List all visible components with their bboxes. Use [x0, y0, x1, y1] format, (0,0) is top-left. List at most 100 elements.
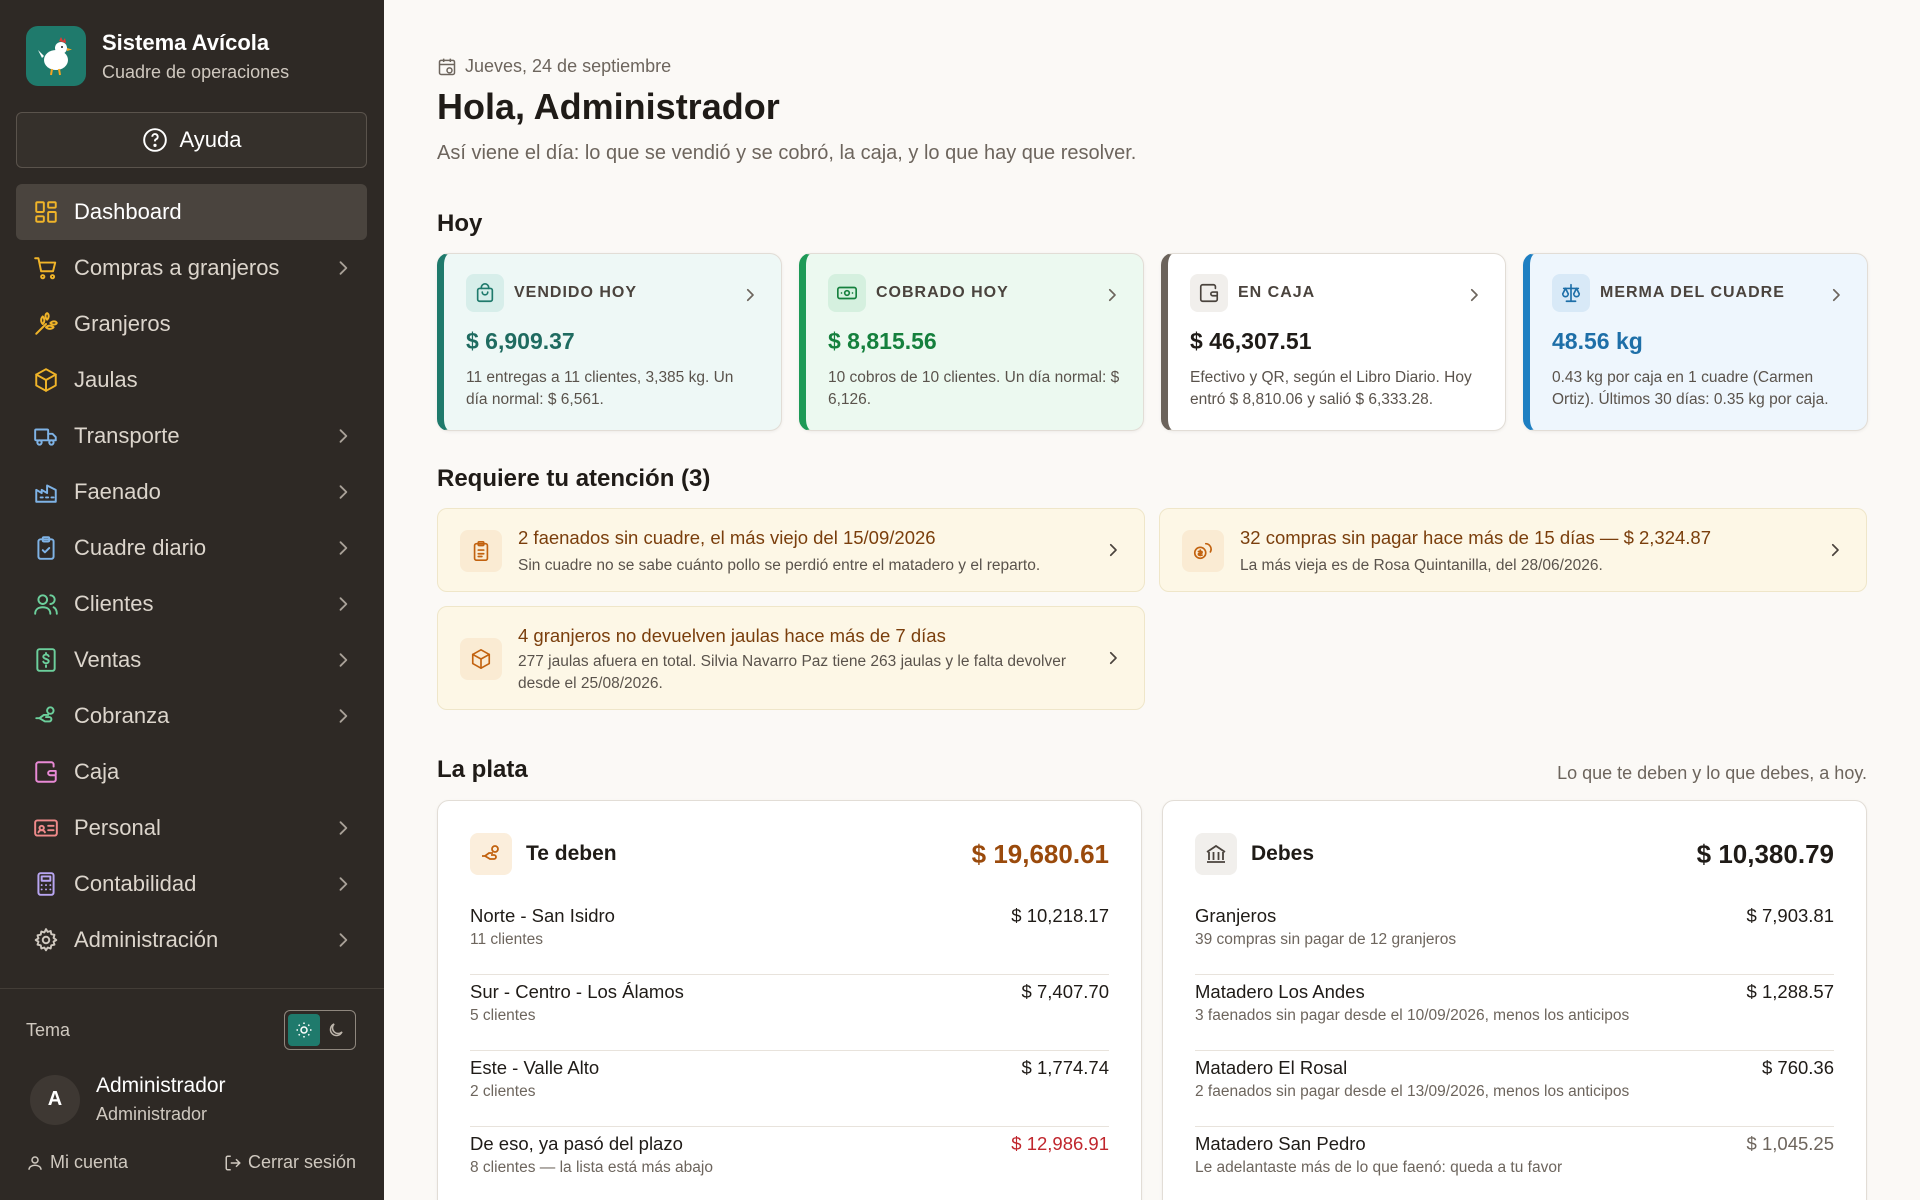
- chevron-right-icon: [333, 426, 353, 452]
- clipboard-icon: [460, 530, 502, 572]
- owed-total: $ 19,680.61: [971, 838, 1109, 869]
- kpi-card-merma-del-cuadre[interactable]: MERMA DEL CUADRE 48.56 kg 0.43 kg por caja…: [1523, 253, 1868, 431]
- logout-icon: [225, 1155, 241, 1170]
- chevron-right-icon: [333, 874, 353, 900]
- help-button[interactable]: Ayuda: [16, 112, 367, 168]
- money-row-amount: $ 7,903.81: [1746, 905, 1834, 926]
- chevron-right-icon: [333, 538, 353, 564]
- brand: Sistema Avícola Cuadre de operaciones: [26, 26, 289, 86]
- money-row-name: Matadero El Rosal: [1195, 1057, 1348, 1078]
- chicken-logo-icon: [26, 26, 86, 86]
- dark-theme-button[interactable]: [320, 1014, 352, 1046]
- money-row[interactable]: Matadero Los Andes 3 faenados sin pagar d…: [1195, 975, 1834, 1051]
- money-row[interactable]: De eso, ya pasó del plazo 8 clientes — la…: [470, 1127, 1109, 1200]
- debts-total: $ 10,380.79: [1696, 838, 1834, 869]
- money-row-detail: 3 faenados sin pagar desde el 10/09/2026…: [1195, 1007, 1630, 1024]
- money-row[interactable]: Este - Valle Alto 2 clientes $ 1,774.74: [470, 1051, 1109, 1127]
- chevron-right-icon: [333, 258, 353, 284]
- sidebar-item-label: Clientes: [74, 591, 154, 616]
- shopping-bag-icon: [466, 274, 504, 312]
- clipboard-check-icon: [32, 534, 60, 562]
- money-row[interactable]: Matadero San Pedro Le adelantaste más de …: [1195, 1127, 1834, 1200]
- money-row[interactable]: Sur - Centro - Los Álamos 5 clientes $ 7,4…: [470, 975, 1109, 1051]
- sidebar-item-label: Cuadre diario: [74, 535, 207, 560]
- debts-title: Debes: [1251, 842, 1315, 865]
- money-row-detail: 11 clientes: [470, 931, 543, 948]
- sidebar: Sistema Avícola Cuadre de operaciones Ay…: [0, 0, 384, 1200]
- hand-coins-icon: [32, 702, 60, 730]
- sidebar-item-caja[interactable]: Caja: [16, 744, 367, 800]
- sidebar-item-label: Jaulas: [74, 367, 138, 392]
- money-row[interactable]: Granjeros 39 compras sin pagar de 12 gran…: [1195, 899, 1834, 975]
- user-block: A Administrador Administrador: [30, 1074, 226, 1125]
- kpi-description: 0.43 kg por caja en 1 cuadre (Carmen Ort…: [1552, 369, 1829, 408]
- kpi-value: $ 8,815.56: [828, 328, 937, 354]
- sidebar-item-label: Compras a granjeros: [74, 255, 280, 280]
- box-icon: [460, 638, 502, 680]
- sidebar-item-jaulas[interactable]: Jaulas: [16, 352, 367, 408]
- factory-icon: [32, 478, 60, 506]
- attention-item[interactable]: 4 granjeros no devuelven jaulas hace más…: [437, 606, 1145, 710]
- cart-icon: [32, 254, 60, 282]
- money-row-name: Norte - San Isidro: [470, 905, 615, 926]
- wheat-icon: [32, 310, 60, 338]
- money-row-amount: $ 10,218.17: [1011, 905, 1109, 926]
- sidebar-item-transporte[interactable]: Transporte: [16, 408, 367, 464]
- user-role: Administrador: [96, 1104, 208, 1124]
- attention-title: 32 compras sin pagar hace más de 15 días…: [1240, 527, 1712, 548]
- logout-label: Cerrar sesión: [247, 1152, 356, 1172]
- owed-card: Te deben $ 19,680.61 Norte - San Isidro 1…: [437, 800, 1142, 1200]
- money-row-detail: 2 faenados sin pagar desde el 13/09/2026…: [1195, 1083, 1630, 1100]
- wallet-icon: [32, 758, 60, 786]
- gear-icon: [32, 926, 60, 954]
- sidebar-item-label: Granjeros: [74, 311, 171, 336]
- money-row[interactable]: Norte - San Isidro 11 clientes $ 10,218.17: [470, 899, 1109, 975]
- sidebar-item-label: Faenado: [74, 479, 161, 504]
- kpi-card-vendido-hoy[interactable]: VENDIDO HOY $ 6,909.37 11 entregas a 11 cl…: [437, 253, 782, 431]
- money-row-detail: 39 compras sin pagar de 12 granjeros: [1195, 931, 1457, 948]
- kpi-card-en-caja[interactable]: EN CAJA $ 46,307.51 Efectivo y QR, según e…: [1161, 253, 1506, 431]
- sidebar-item-granjeros[interactable]: Granjeros: [16, 296, 367, 352]
- sidebar-item-cuadre-diario[interactable]: Cuadre diario: [16, 520, 367, 576]
- chevron-right-icon: [1465, 286, 1483, 309]
- sidebar-item-personal[interactable]: Personal: [16, 800, 367, 856]
- my-account-link[interactable]: Mi cuenta: [26, 1152, 128, 1173]
- money-row-detail: 8 clientes — la lista está más abajo: [470, 1159, 713, 1176]
- money-row[interactable]: Matadero El Rosal 2 faenados sin pagar de…: [1195, 1051, 1834, 1127]
- logout-link[interactable]: Cerrar sesión: [224, 1152, 356, 1173]
- kpi-value: 48.56 kg: [1552, 328, 1643, 354]
- sidebar-item-clientes[interactable]: Clientes: [16, 576, 367, 632]
- chevron-right-icon: [741, 286, 759, 309]
- sidebar-nav: Dashboard Compras a granjeros Granjeros Jau…: [16, 184, 367, 968]
- chevron-right-icon: [333, 818, 353, 844]
- sidebar-item-label: Dashboard: [74, 199, 182, 224]
- sidebar-item-ventas[interactable]: Ventas: [16, 632, 367, 688]
- box-icon: [32, 366, 60, 394]
- attention-title: Requiere tu atención (3): [437, 465, 711, 492]
- attention-item[interactable]: 32 compras sin pagar hace más de 15 días…: [1159, 508, 1867, 592]
- sidebar-item-faenado[interactable]: Faenado: [16, 464, 367, 520]
- sidebar-item-label: Transporte: [74, 423, 180, 448]
- id-card-icon: [32, 814, 60, 842]
- account-row: Mi cuenta Cerrar sesión: [26, 1152, 356, 1173]
- current-date: Jueves, 24 de septiembre: [465, 56, 672, 76]
- money-row-amount: $ 12,986.91: [1011, 1133, 1109, 1154]
- sidebar-item-cobranza[interactable]: Cobranza: [16, 688, 367, 744]
- sidebar-divider: [0, 988, 384, 989]
- chevron-right-icon: [1103, 286, 1121, 309]
- money-row-name: Granjeros: [1195, 905, 1277, 926]
- money-row-name: Este - Valle Alto: [470, 1057, 600, 1078]
- sidebar-item-dashboard[interactable]: Dashboard: [16, 184, 367, 240]
- banknote-icon: [828, 274, 866, 312]
- sidebar-item-compras-a-granjeros[interactable]: Compras a granjeros: [16, 240, 367, 296]
- money-row-name: Matadero Los Andes: [1195, 981, 1365, 1002]
- attention-description: 277 jaulas afuera en total. Silvia Navar…: [518, 653, 1066, 692]
- chevron-right-icon: [333, 930, 353, 956]
- attention-item[interactable]: 2 faenados sin cuadre, el más viejo del …: [437, 508, 1145, 592]
- sidebar-item-contabilidad[interactable]: Contabilidad: [16, 856, 367, 912]
- sidebar-item-administracion[interactable]: Administración: [16, 912, 367, 968]
- light-theme-button[interactable]: [288, 1014, 320, 1046]
- kpi-card-cobrado-hoy[interactable]: COBRADO HOY $ 8,815.56 10 cobros de 10 cli…: [799, 253, 1144, 431]
- chevron-right-icon: [333, 594, 353, 620]
- kpi-label: MERMA DEL CUADRE: [1600, 284, 1785, 301]
